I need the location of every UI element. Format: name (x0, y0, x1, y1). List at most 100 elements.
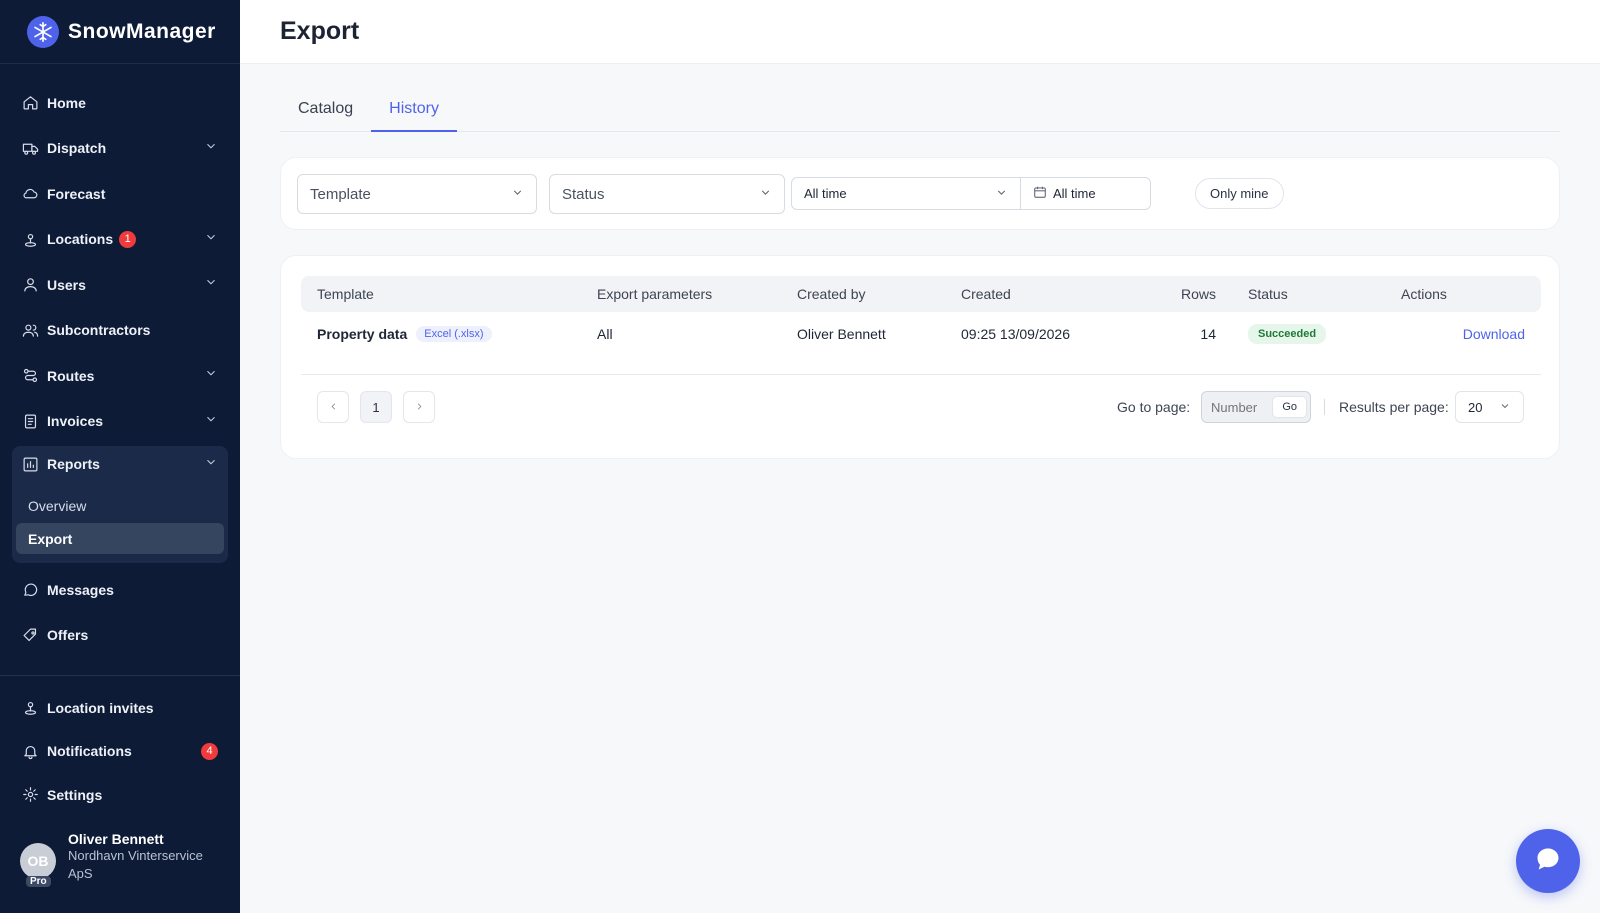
sidebar-item-label: Forecast (47, 185, 106, 202)
status-select[interactable]: Status (549, 174, 785, 214)
sidebar-item-locations[interactable]: Locations 1 (0, 217, 240, 263)
sidebar-item-label: Locations (47, 231, 114, 248)
pro-badge: Pro (26, 876, 51, 887)
chevron-down-icon (204, 230, 218, 249)
pagination-divider (1324, 399, 1325, 415)
sidebar-item-messages[interactable]: Messages (0, 567, 240, 613)
notifications-count-badge: 4 (201, 742, 218, 760)
sidebar-item-label: Notifications (47, 743, 132, 760)
bottom-nav: Location invites Notifications 4 Setting… (0, 686, 240, 817)
sidebar-item-label: Routes (47, 367, 95, 384)
top-bar: Export (240, 0, 1600, 64)
page-button-current[interactable]: 1 (360, 391, 392, 423)
snowflake-logo-icon (27, 15, 59, 48)
go-button[interactable]: Go (1272, 396, 1307, 418)
locations-count-badge: 1 (119, 230, 137, 248)
location-pin-icon (21, 230, 39, 248)
col-header-rows[interactable]: Rows (1161, 276, 1216, 312)
sidebar-item-label: Subcontractors (47, 322, 151, 339)
format-tag: Excel (.xlsx) (416, 326, 492, 342)
brand[interactable]: SnowManager (0, 0, 240, 64)
results-per-page-value: 20 (1468, 399, 1483, 415)
sidebar: SnowManager Home Dispatch Forecast Locat… (0, 0, 240, 913)
location-invite-icon (21, 699, 39, 717)
route-icon (21, 367, 39, 385)
document-icon (21, 412, 39, 430)
date-picker[interactable]: All time (1021, 178, 1150, 209)
chat-launcher-button[interactable] (1516, 829, 1580, 893)
table-header: Template Export parameters Created by Cr… (301, 276, 1541, 312)
col-header-created-by[interactable]: Created by (797, 276, 865, 312)
chevron-down-icon (204, 455, 218, 474)
sidebar-item-label: Settings (47, 786, 103, 803)
col-header-template[interactable]: Template (317, 276, 374, 312)
col-header-params[interactable]: Export parameters (597, 276, 712, 312)
cell-template: Property data Excel (.xlsx) (317, 312, 492, 356)
col-header-created[interactable]: Created (961, 276, 1011, 312)
bar-chart-icon (21, 455, 39, 473)
profile-name: Oliver Bennett (68, 831, 164, 847)
tab-catalog[interactable]: Catalog (280, 90, 371, 131)
chevron-down-icon (204, 412, 218, 431)
sidebar-item-label: Location invites (47, 699, 154, 716)
main-content: Export Catalog History Template Status A… (240, 0, 1600, 913)
sidebar-item-home[interactable]: Home (0, 80, 240, 126)
sidebar-item-dispatch[interactable]: Dispatch (0, 126, 240, 172)
sidebar-subitem-export[interactable]: Export (16, 523, 224, 554)
calendar-icon (1033, 185, 1053, 202)
cell-rows: 14 (1200, 326, 1216, 342)
goto-page-input[interactable] (1211, 399, 1271, 415)
chat-bubble-icon (21, 581, 39, 599)
export-history-table: Template Export parameters Created by Cr… (280, 255, 1560, 459)
sidebar-item-reports[interactable]: Reports (12, 446, 228, 482)
chat-bubble-icon (1534, 845, 1562, 878)
sidebar-divider (0, 675, 240, 676)
home-icon (21, 94, 39, 112)
chevron-down-icon (759, 186, 772, 203)
tab-history[interactable]: History (371, 90, 457, 132)
only-mine-toggle[interactable]: Only mine (1195, 178, 1284, 209)
cell-created-by: Oliver Bennett (797, 326, 886, 342)
users-icon (21, 321, 39, 339)
goto-page-control: Go (1201, 391, 1311, 423)
user-profile[interactable]: OB Pro Oliver Bennett Nordhavn Vinterser… (20, 831, 218, 887)
template-select-placeholder: Template (310, 185, 371, 203)
cell-created: 09:25 13/09/2026 (961, 326, 1070, 342)
truck-icon (21, 139, 39, 157)
avatar-initials: OB (27, 853, 49, 869)
table-footer-divider (301, 374, 1541, 375)
period-select-value: All time (804, 186, 847, 201)
results-per-page-select[interactable]: 20 (1455, 391, 1524, 423)
cloud-icon (21, 185, 39, 203)
chevron-down-icon (511, 186, 524, 203)
sidebar-item-label: Offers (47, 627, 89, 644)
col-header-status[interactable]: Status (1248, 276, 1288, 312)
sidebar-subitem-overview[interactable]: Overview (16, 490, 224, 521)
period-select[interactable]: All time (792, 178, 1021, 209)
sidebar-item-subcontractors[interactable]: Subcontractors (0, 308, 240, 354)
results-per-page-label: Results per page: (1339, 399, 1449, 415)
sidebar-item-users[interactable]: Users (0, 262, 240, 308)
sidebar-item-invoices[interactable]: Invoices (0, 399, 240, 445)
status-badge: Succeeded (1248, 324, 1327, 344)
prev-page-button[interactable] (317, 391, 349, 423)
template-select[interactable]: Template (297, 174, 537, 214)
sidebar-item-location-invites[interactable]: Location invites (0, 686, 240, 730)
sidebar-item-routes[interactable]: Routes (0, 353, 240, 399)
brand-name: SnowManager (68, 19, 216, 43)
sidebar-item-offers[interactable]: Offers (0, 613, 240, 659)
sidebar-item-label: Reports (47, 456, 100, 472)
sidebar-item-forecast[interactable]: Forecast (0, 171, 240, 217)
date-picker-value: All time (1053, 186, 1096, 201)
status-select-placeholder: Status (562, 185, 605, 203)
goto-page-label: Go to page: (1117, 399, 1191, 415)
next-page-button[interactable] (403, 391, 435, 423)
chevron-down-icon (204, 366, 218, 385)
download-link[interactable]: Download (1463, 326, 1525, 342)
sidebar-item-settings[interactable]: Settings (0, 773, 240, 817)
chevron-right-icon (414, 400, 425, 415)
table-row: Property data Excel (.xlsx) All Oliver B… (301, 312, 1541, 356)
cell-params: All (597, 326, 613, 342)
sidebar-item-notifications[interactable]: Notifications 4 (0, 730, 240, 774)
template-name: Property data (317, 326, 408, 342)
